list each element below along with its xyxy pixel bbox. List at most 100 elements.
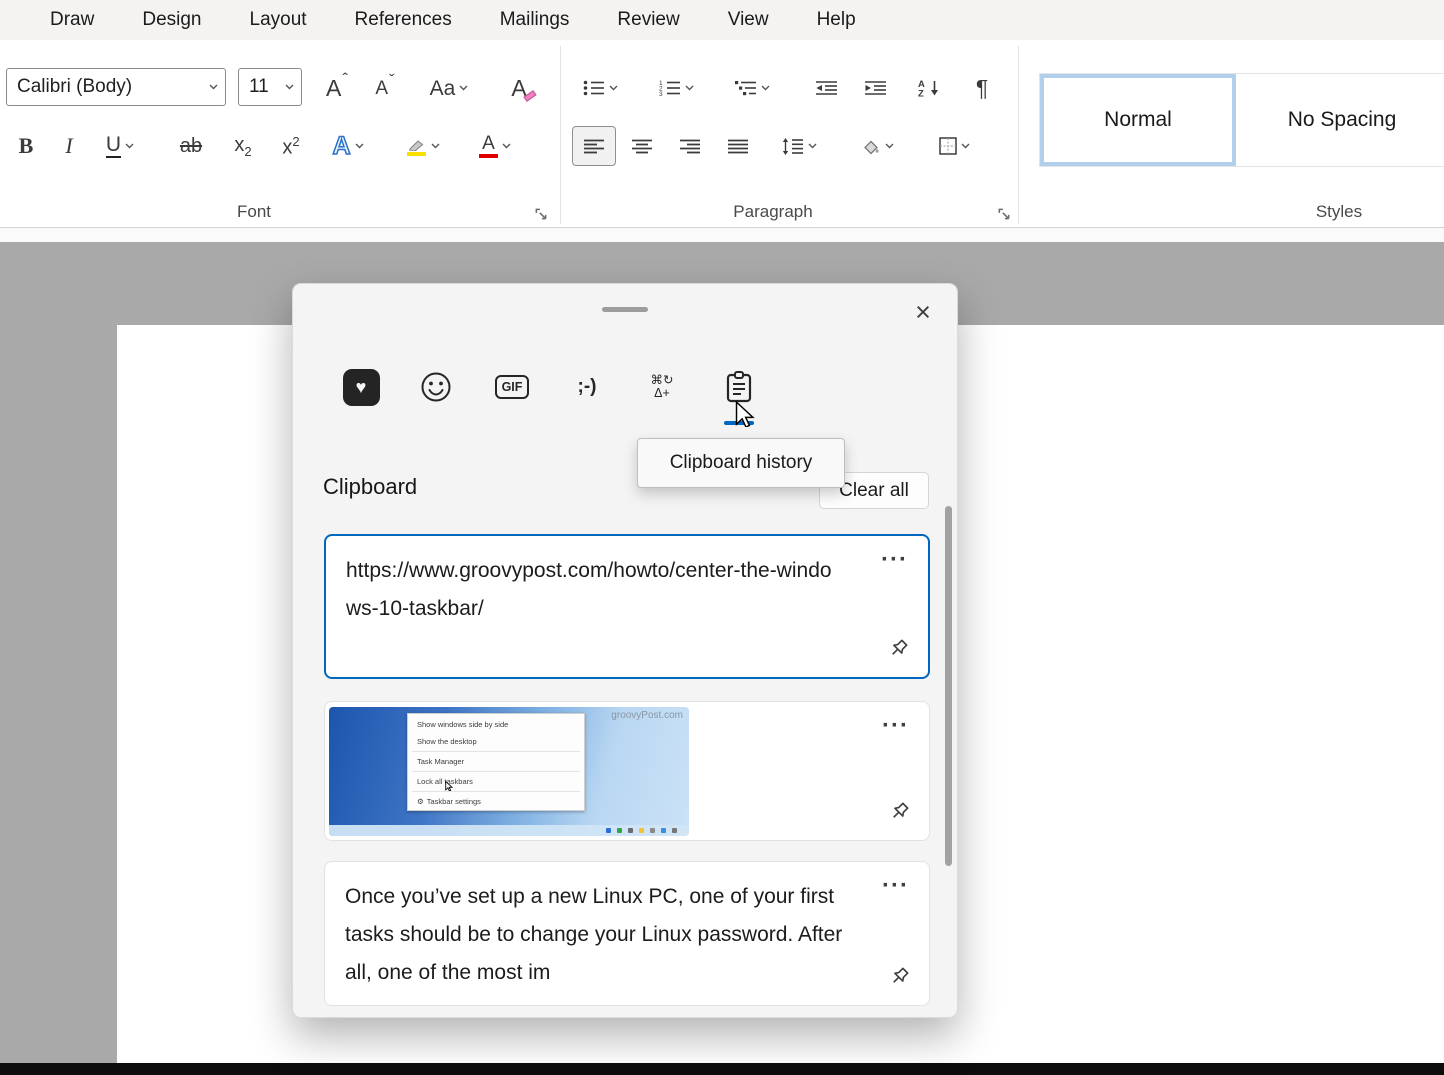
heart-clipboard-icon: ♥ — [343, 369, 380, 406]
kaomoji-tab[interactable]: ;-) — [563, 364, 611, 410]
tab-mailings[interactable]: Mailings — [476, 9, 594, 31]
tooltip-text: Clipboard history — [670, 452, 813, 474]
gif-tab[interactable]: GIF — [488, 364, 536, 410]
shrink-font-icon: A — [375, 79, 388, 98]
shading-button[interactable] — [848, 126, 906, 166]
menu-separator — [412, 791, 580, 792]
superscript-icon: x2 — [282, 135, 299, 158]
superscript-button[interactable]: x2 — [268, 126, 314, 166]
numbered-list-icon: 123 — [659, 80, 681, 96]
tab-draw[interactable]: Draw — [26, 9, 118, 31]
item-more-button[interactable]: ··· — [876, 868, 915, 904]
chevron-down-icon — [459, 85, 468, 91]
style-normal[interactable]: Normal — [1040, 74, 1236, 166]
most-recently-used-tab[interactable]: ♥ — [337, 364, 385, 410]
item-pin-button[interactable] — [884, 796, 915, 832]
clipboard-item-url[interactable]: https://www.groovypost.com/howto/center-… — [324, 534, 930, 679]
tab-view[interactable]: View — [704, 9, 793, 31]
chevron-down-icon — [885, 143, 894, 149]
style-no-spacing[interactable]: No Spacing — [1240, 74, 1444, 166]
strikethrough-button[interactable]: ab — [166, 126, 216, 166]
clipboard-item-text[interactable]: Once you’ve set up a new Linux PC, one o… — [324, 861, 930, 1006]
borders-button[interactable] — [924, 126, 984, 166]
numbered-list-button[interactable]: 123 — [648, 68, 704, 108]
item-more-button[interactable]: ··· — [875, 542, 914, 578]
drag-handle[interactable] — [602, 307, 648, 312]
bullet-list-icon — [583, 80, 605, 96]
thumb-menu-item: Task Manager — [408, 753, 584, 770]
text-highlight-button[interactable] — [394, 126, 452, 166]
increase-indent-icon — [865, 80, 887, 96]
show-formatting-marks-button[interactable]: ¶ — [959, 68, 1005, 108]
bold-button[interactable]: B — [6, 126, 46, 166]
clipboard-item-image[interactable]: groovyPost.com Show windows side by side… — [324, 701, 930, 841]
item-more-button[interactable]: ··· — [876, 708, 915, 744]
tab-design[interactable]: Design — [118, 9, 225, 31]
tab-review[interactable]: Review — [593, 9, 703, 31]
style-normal-label: Normal — [1104, 108, 1172, 132]
tab-help[interactable]: Help — [793, 9, 880, 31]
item-pin-button[interactable] — [884, 961, 915, 997]
svg-text:Z: Z — [918, 89, 924, 98]
tab-layout[interactable]: Layout — [226, 9, 331, 31]
chevron-down-icon — [209, 84, 218, 90]
decrease-indent-button[interactable] — [804, 68, 850, 108]
pin-icon — [887, 637, 910, 660]
align-left-button[interactable] — [572, 126, 616, 166]
ribbon-tab-bar: Draw Design Layout References Mailings R… — [0, 0, 1444, 40]
clipboard-item-text: Once you’ve set up a new Linux PC, one o… — [325, 862, 929, 1006]
italic-button[interactable]: I — [50, 126, 88, 166]
multilevel-list-button[interactable] — [724, 68, 780, 108]
group-separator — [560, 46, 561, 224]
font-size-combobox[interactable]: 11 — [238, 68, 302, 106]
clear-all-label: Clear all — [839, 480, 909, 502]
align-right-button[interactable] — [668, 126, 712, 166]
font-dialog-launcher[interactable] — [534, 207, 548, 221]
panel-scrollbar[interactable] — [945, 506, 952, 866]
chevron-down-icon — [761, 85, 770, 91]
align-center-button[interactable] — [620, 126, 664, 166]
ribbon-bottom-strip — [0, 228, 1444, 242]
smiley-icon — [418, 369, 454, 405]
bullet-list-button[interactable] — [572, 68, 628, 108]
align-center-icon — [632, 139, 653, 154]
clipboard-heading: Clipboard — [323, 474, 417, 500]
borders-icon — [939, 137, 957, 155]
paragraph-dialog-launcher[interactable] — [997, 207, 1011, 221]
shrink-font-caret: ˇ — [389, 71, 395, 91]
line-spacing-icon — [782, 138, 804, 155]
chevron-down-icon — [808, 143, 817, 149]
mouse-cursor — [733, 401, 757, 427]
close-button[interactable]: × — [905, 294, 941, 330]
underline-icon: U — [106, 134, 121, 158]
font-name-combobox[interactable]: Calibri (Body) — [6, 68, 226, 106]
item-pin-button[interactable] — [883, 633, 914, 669]
tab-references[interactable]: References — [331, 9, 476, 31]
font-color-button[interactable]: A — [466, 126, 524, 166]
style-no-spacing-label: No Spacing — [1288, 108, 1397, 132]
pilcrow-icon: ¶ — [976, 77, 988, 100]
line-spacing-button[interactable] — [770, 126, 828, 166]
clear-formatting-icon: A — [511, 77, 526, 100]
shrink-font-button[interactable]: A ˇ — [362, 68, 408, 108]
change-case-button[interactable]: Aa — [420, 68, 478, 108]
symbols-icon: ⌘↻ Δ+ — [651, 374, 674, 400]
subscript-icon: x2 — [234, 135, 251, 158]
styles-group-label: Styles — [1236, 200, 1442, 224]
grow-font-button[interactable]: A ˆ — [314, 68, 360, 108]
emoji-tab[interactable] — [412, 364, 460, 410]
clear-formatting-button[interactable]: A — [496, 68, 542, 108]
increase-indent-button[interactable] — [853, 68, 899, 108]
font-color-icon: A — [479, 134, 498, 158]
justify-button[interactable] — [716, 126, 760, 166]
sort-button[interactable]: A Z — [906, 68, 952, 108]
align-right-icon — [680, 139, 701, 154]
underline-button[interactable]: U — [92, 126, 148, 166]
subscript-button[interactable]: x2 — [220, 126, 266, 166]
ellipsis-icon: ··· — [881, 546, 908, 573]
change-case-icon: Aa — [430, 78, 456, 99]
chevron-down-icon — [431, 143, 440, 149]
decrease-indent-icon — [816, 80, 838, 96]
symbols-tab[interactable]: ⌘↻ Δ+ — [638, 364, 686, 410]
text-effects-button[interactable]: A — [320, 126, 376, 166]
